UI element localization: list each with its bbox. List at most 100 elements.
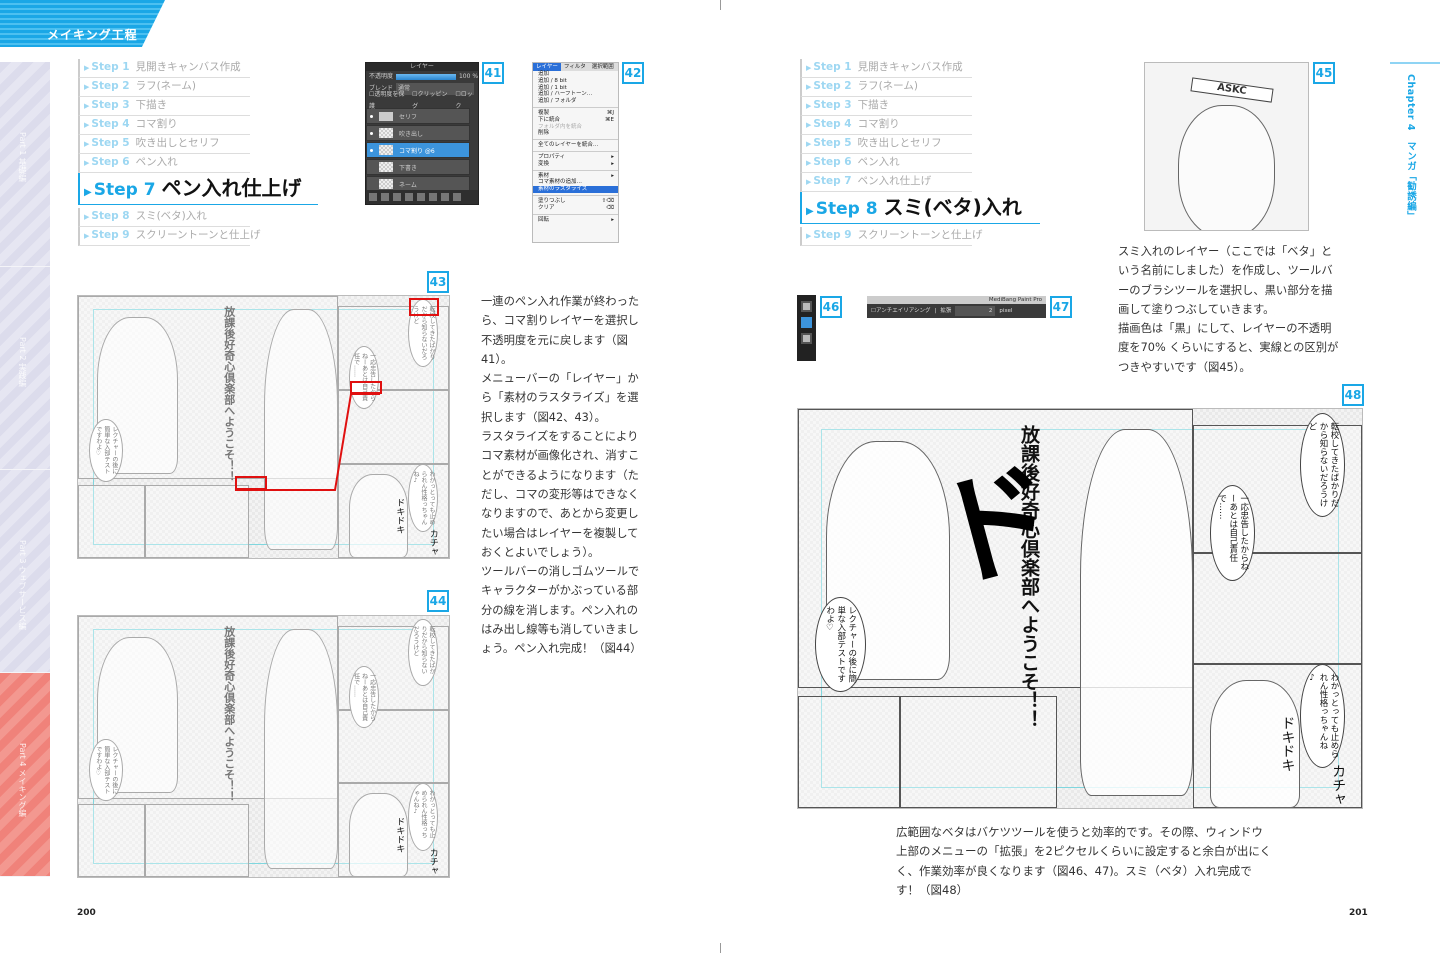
step-item-5[interactable]: ▶ Step 5 吹き出しとセリフ xyxy=(800,135,972,154)
menu-item[interactable]: プロパティ ▸ xyxy=(533,154,618,161)
trash-icon[interactable] xyxy=(453,193,461,201)
step-item-3[interactable]: ▶ Step 3 下描き xyxy=(78,97,250,116)
annotation-red-line xyxy=(235,393,380,491)
side-tab-part1[interactable]: Part 1 基礎編 xyxy=(0,62,50,267)
step-number: Step 8 xyxy=(815,199,878,219)
layer-row-selected[interactable]: コマ割り @6 xyxy=(366,142,470,158)
menu-item[interactable]: 複製 ⌘J xyxy=(533,110,618,117)
menu-item-label: 下に統合 xyxy=(538,116,561,123)
protect-alpha-checkbox[interactable]: ☐透明度を保護 xyxy=(369,89,409,113)
step-label: ラフ(ネーム) xyxy=(857,80,918,92)
step-number: Step 1 xyxy=(813,61,852,73)
chapter-tab[interactable]: Chapter 4 マンガ「勧誘編」 xyxy=(1390,62,1440,232)
step-item-6[interactable]: ▶ Step 6 ペン入れ xyxy=(78,154,250,173)
step-number: Step 8 xyxy=(91,210,130,222)
step-item-4[interactable]: ▶ Step 4 コマ割り xyxy=(800,116,972,135)
menu-separator xyxy=(533,150,618,152)
menu-item[interactable]: 追加 xyxy=(533,71,618,78)
layer-row[interactable]: 吹き出し xyxy=(366,125,470,141)
layer-menu: レイヤー フィルタ 選択範囲 追加 追加 / 8 bit 追加 / 1 bit 追加 / … xyxy=(532,62,619,243)
menu-item[interactable]: 全てのレイヤーを統合… xyxy=(533,142,618,149)
menu-shortcut: ▸ xyxy=(611,160,614,167)
folder-icon[interactable] xyxy=(417,193,425,201)
visibility-icon[interactable] xyxy=(370,131,373,135)
step-number: Step 7 xyxy=(93,180,156,200)
step-number: Step 9 xyxy=(91,229,130,241)
step-item-3[interactable]: ▶ Step 3 下描き xyxy=(800,97,972,116)
menu-item[interactable]: クリア ⌫ xyxy=(533,205,618,212)
menu-item-label: クリア xyxy=(538,204,555,211)
step-item-9[interactable]: ▶ Step 9 スクリーントーンと仕上げ xyxy=(78,227,261,246)
step-label: ペン入れ xyxy=(135,156,178,168)
menu-item[interactable]: 下に統合 ⌘E xyxy=(533,117,618,124)
layer-row[interactable]: 下書き xyxy=(366,159,470,175)
menu-shortcut: ⌘J xyxy=(606,109,614,116)
manga-panel xyxy=(144,803,249,877)
menu-item[interactable]: 変換 ▸ xyxy=(533,161,618,168)
clipping-checkbox[interactable]: ☐クリッピング xyxy=(412,89,452,113)
menu-item-label: プロパティ xyxy=(538,153,566,160)
merge-icon[interactable] xyxy=(441,193,449,201)
visibility-icon[interactable] xyxy=(370,114,373,118)
headband-text: ASKC xyxy=(1190,77,1273,103)
step-item-7[interactable]: ▶ Step 7 ペン入れ仕上げ xyxy=(78,173,318,205)
brush-tool-icon[interactable] xyxy=(801,301,812,312)
menu-tab-selection[interactable]: 選択範囲 xyxy=(589,63,617,71)
step-item-4[interactable]: ▶ Step 4 コマ割り xyxy=(78,116,250,135)
side-tab-part3[interactable]: Part 3 ウェブサービス編 xyxy=(0,470,50,673)
tool-options-bar: MediBang Paint Pro ☐アンチエイリアシング | 拡張 2 pixel xyxy=(867,296,1046,318)
new-layer-8bit-icon[interactable] xyxy=(381,193,389,201)
expand-input[interactable]: 2 xyxy=(955,306,996,316)
menu-tab-filter[interactable]: フィルタ xyxy=(561,63,589,71)
triangle-icon: ▶ xyxy=(806,159,812,167)
antialias-checkbox[interactable]: ☐アンチエイリアシング xyxy=(871,306,931,316)
character-illustration xyxy=(1177,104,1276,230)
layer-name: コマ割り @6 xyxy=(399,147,435,155)
side-tab-part4[interactable]: Part 4 メイキング編 xyxy=(0,673,50,877)
new-layer-icon[interactable] xyxy=(369,193,377,201)
triangle-icon: ▶ xyxy=(806,178,812,186)
step-item-2[interactable]: ▶ Step 2 ラフ(ネーム) xyxy=(800,78,972,97)
step-item-8[interactable]: ▶ Step 8 スミ(ベタ)入れ xyxy=(78,208,250,227)
figure-number: 46 xyxy=(820,296,842,318)
halftone-layer-icon[interactable] xyxy=(405,193,413,201)
step-number: Step 6 xyxy=(91,156,130,168)
menu-item[interactable]: 削除 xyxy=(533,130,618,137)
step-item-9[interactable]: ▶ Step 9 スクリーントーンと仕上げ xyxy=(800,227,983,246)
side-tab-part2[interactable]: Part 2 実践編 xyxy=(0,267,50,470)
menu-item-label: 素材のラスタライズ xyxy=(538,186,588,193)
triangle-icon: ▶ xyxy=(806,102,812,110)
menu-item-label: 削除 xyxy=(538,130,550,137)
menu-separator xyxy=(533,169,618,171)
step-item-8[interactable]: ▶ Step 8 スミ(ベタ)入れ xyxy=(800,192,1040,224)
menu-item[interactable]: 追加 / 8 bit xyxy=(533,78,618,85)
visibility-icon[interactable] xyxy=(370,148,373,152)
lock-checkbox[interactable]: ☐ロック xyxy=(455,89,478,113)
step-item-5[interactable]: ▶ Step 5 吹き出しとセリフ xyxy=(78,135,250,154)
step-label: スミ(ベタ)入れ xyxy=(135,210,207,222)
menu-tab-layer[interactable]: レイヤー xyxy=(533,63,561,71)
menu-item-label: 複製 xyxy=(538,109,550,116)
menu-item[interactable]: 回転 ▸ xyxy=(533,217,618,224)
duplicate-icon[interactable] xyxy=(429,193,437,201)
step-item-2[interactable]: ▶ Step 2 ラフ(ネーム) xyxy=(78,78,250,97)
side-tab-label: Part 2 実践編 xyxy=(18,337,27,387)
layer-toolbar xyxy=(366,190,478,204)
new-layer-1bit-icon[interactable] xyxy=(393,193,401,201)
figure-number: 42 xyxy=(622,62,644,84)
step-label: ペン入れ仕上げ xyxy=(161,176,302,200)
menu-item[interactable]: 素材のラスタライズ xyxy=(533,186,618,193)
step-item-6[interactable]: ▶ Step 6 ペン入れ xyxy=(800,154,972,173)
step-item-1[interactable]: ▶ Step 1 見開きキャンバス作成 xyxy=(800,59,972,78)
speech-bubble: 一応忠告したからねーあとは自己責任で…… xyxy=(348,665,379,729)
menu-item[interactable]: 塗りつぶし ⇧⌫ xyxy=(533,198,618,205)
step-item-7[interactable]: ▶ Step 7 ペン入れ仕上げ xyxy=(800,173,972,192)
opacity-slider[interactable] xyxy=(396,74,456,80)
gradient-tool-icon[interactable] xyxy=(801,333,812,344)
step-label: スクリーントーンと仕上げ xyxy=(857,229,983,241)
step-label: コマ割り xyxy=(857,118,900,130)
step-item-1[interactable]: ▶ Step 1 見開きキャンバス作成 xyxy=(78,59,250,78)
bucket-tool-icon[interactable] xyxy=(801,317,812,328)
menu-item-label: 変換 xyxy=(538,160,550,167)
menu-item[interactable]: 追加 / フォルダ xyxy=(533,98,618,105)
